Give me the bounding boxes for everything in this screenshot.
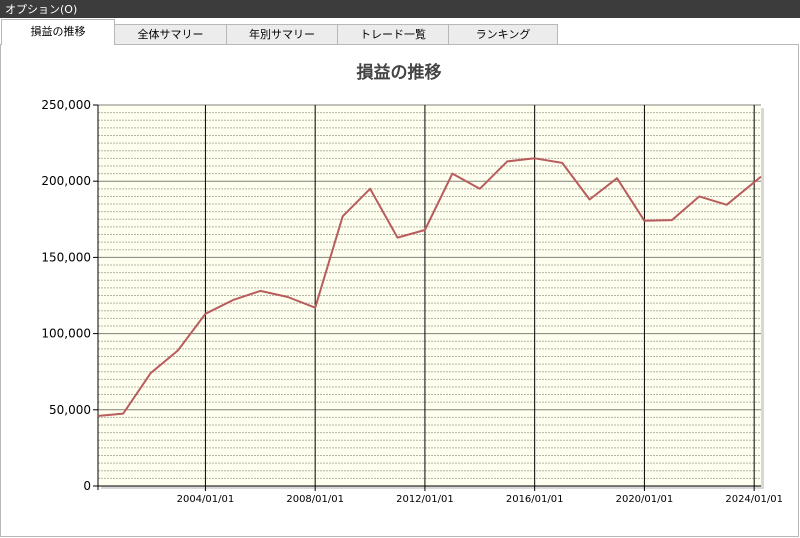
x-tick-label: 2012/01/01 — [396, 494, 454, 505]
tab-bar: 損益の推移 全体サマリー 年別サマリー トレード一覧 ランキング — [0, 18, 800, 45]
tab-overall-summary[interactable]: 全体サマリー — [114, 24, 227, 44]
tab-ranking[interactable]: ランキング — [448, 24, 558, 44]
chart-title: 損益の推移 — [357, 62, 442, 83]
x-tick-label: 2020/01/01 — [616, 494, 674, 505]
options-menu[interactable]: オプション(O) — [5, 2, 77, 17]
y-tick-label: 0 — [83, 479, 91, 493]
y-tick-label: 200,000 — [41, 174, 91, 188]
tab-profit-trend[interactable]: 損益の推移 — [1, 19, 115, 45]
x-tick-label: 2024/01/01 — [725, 494, 783, 505]
y-tick-label: 150,000 — [41, 250, 91, 264]
tab-yearly-summary[interactable]: 年別サマリー — [226, 24, 338, 44]
tab-trade-list[interactable]: トレード一覧 — [337, 24, 449, 44]
profit-chart: 0 50,000 100,000 150,000 200,000 250,000 2004/… — [41, 62, 783, 505]
x-tick-label: 2016/01/01 — [506, 494, 564, 505]
x-tick-label: 2008/01/01 — [286, 494, 344, 505]
menu-bar: オプション(O) — [0, 0, 800, 18]
y-tick-label: 50,000 — [49, 403, 91, 417]
y-tick-label: 250,000 — [41, 98, 91, 112]
x-tick-label: 2004/01/01 — [177, 494, 235, 505]
chart-panel: 0 50,000 100,000 150,000 200,000 250,000 2004/… — [0, 44, 799, 537]
y-tick-label: 100,000 — [41, 327, 91, 341]
